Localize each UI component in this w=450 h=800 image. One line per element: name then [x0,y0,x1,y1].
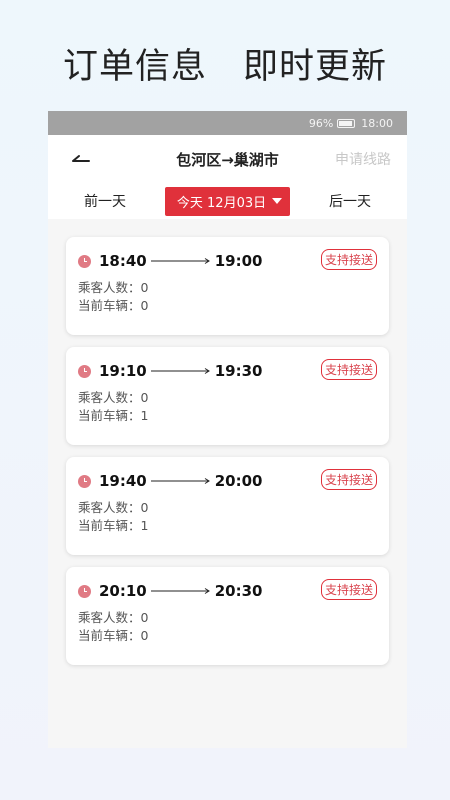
headline-right: 即时更新 [243,47,388,87]
arrow-right-icon [150,588,210,594]
passengers-value: 0 [140,390,149,405]
passengers-value: 0 [140,500,149,515]
phone-screen: 96% 18:00 包河区→巢湖市 申请线路 前一天 今天 12月03日 后一天… [48,111,407,748]
trip-info: 乘客人数：0 当前车辆：1 [78,389,377,425]
day-selector: 前一天 今天 12月03日 后一天 [48,183,407,219]
arrive-time: 20:30 [214,582,263,600]
clock-icon [78,254,91,268]
pickup-badge: 支持接送 [320,579,377,600]
battery-level: 96% [308,116,334,130]
vehicles-label: 当前车辆： [78,408,141,423]
depart-time: 20:10 [99,582,147,600]
status-bar: 96% 18:00 [48,111,407,135]
trip-info: 乘客人数：0 当前车辆：0 [78,279,377,315]
clock-time: 18:00 [361,116,393,130]
pickup-badge: 支持接送 [320,359,377,380]
depart-time: 19:40 [99,472,147,490]
arrive-time: 19:30 [214,362,263,380]
passengers-label: 乘客人数： [78,390,141,405]
nav-bar: 包河区→巢湖市 申请线路 [48,135,407,183]
arrow-right-icon [150,368,210,374]
trip-card[interactable]: 19:10 19:30 支持接送 乘客人数：0 当前车辆：1 [66,347,389,445]
date-label: 今天 12月03日 [176,195,267,211]
vehicles-value: 1 [140,518,149,533]
pickup-badge: 支持接送 [320,249,377,270]
clock-icon [78,364,91,378]
passengers-label: 乘客人数： [78,500,141,515]
prev-day-button[interactable]: 前一天 [84,191,126,211]
vehicles-label: 当前车辆： [78,518,141,533]
arrive-time: 19:00 [214,252,263,270]
pickup-badge: 支持接送 [320,469,377,490]
clock-icon [78,584,91,598]
trip-card[interactable]: 20:10 20:30 支持接送 乘客人数：0 当前车辆：0 [66,567,389,665]
arrive-time: 20:00 [214,472,263,490]
vehicles-value: 1 [140,408,149,423]
arrow-right-icon [150,478,210,484]
trip-list: 18:40 19:00 支持接送 乘客人数：0 当前车辆：0 19:10 19:… [48,219,407,665]
date-dropdown[interactable]: 今天 12月03日 [164,186,291,216]
battery-icon [337,118,356,128]
trip-card[interactable]: 18:40 19:00 支持接送 乘客人数：0 当前车辆：0 [66,237,389,335]
trip-info: 乘客人数：0 当前车辆：0 [78,609,377,645]
promo-headline: 订单信息 即时更新 [0,38,450,89]
depart-time: 19:10 [99,362,147,380]
chevron-down-icon [272,198,283,204]
clock-icon [78,474,91,488]
arrow-right-icon [150,258,210,264]
apply-route-button[interactable]: 申请线路 [335,149,391,169]
vehicles-value: 0 [140,298,149,313]
trip-card[interactable]: 19:40 20:00 支持接送 乘客人数：0 当前车辆：1 [66,457,389,555]
passengers-label: 乘客人数： [78,610,141,625]
passengers-label: 乘客人数： [78,280,141,295]
vehicles-value: 0 [140,628,149,643]
vehicles-label: 当前车辆： [78,628,141,643]
next-day-button[interactable]: 后一天 [329,191,371,211]
passengers-value: 0 [140,280,149,295]
depart-time: 18:40 [99,252,147,270]
headline-left: 订单信息 [62,47,207,87]
vehicles-label: 当前车辆： [78,298,141,313]
trip-info: 乘客人数：0 当前车辆：1 [78,499,377,535]
passengers-value: 0 [140,610,149,625]
